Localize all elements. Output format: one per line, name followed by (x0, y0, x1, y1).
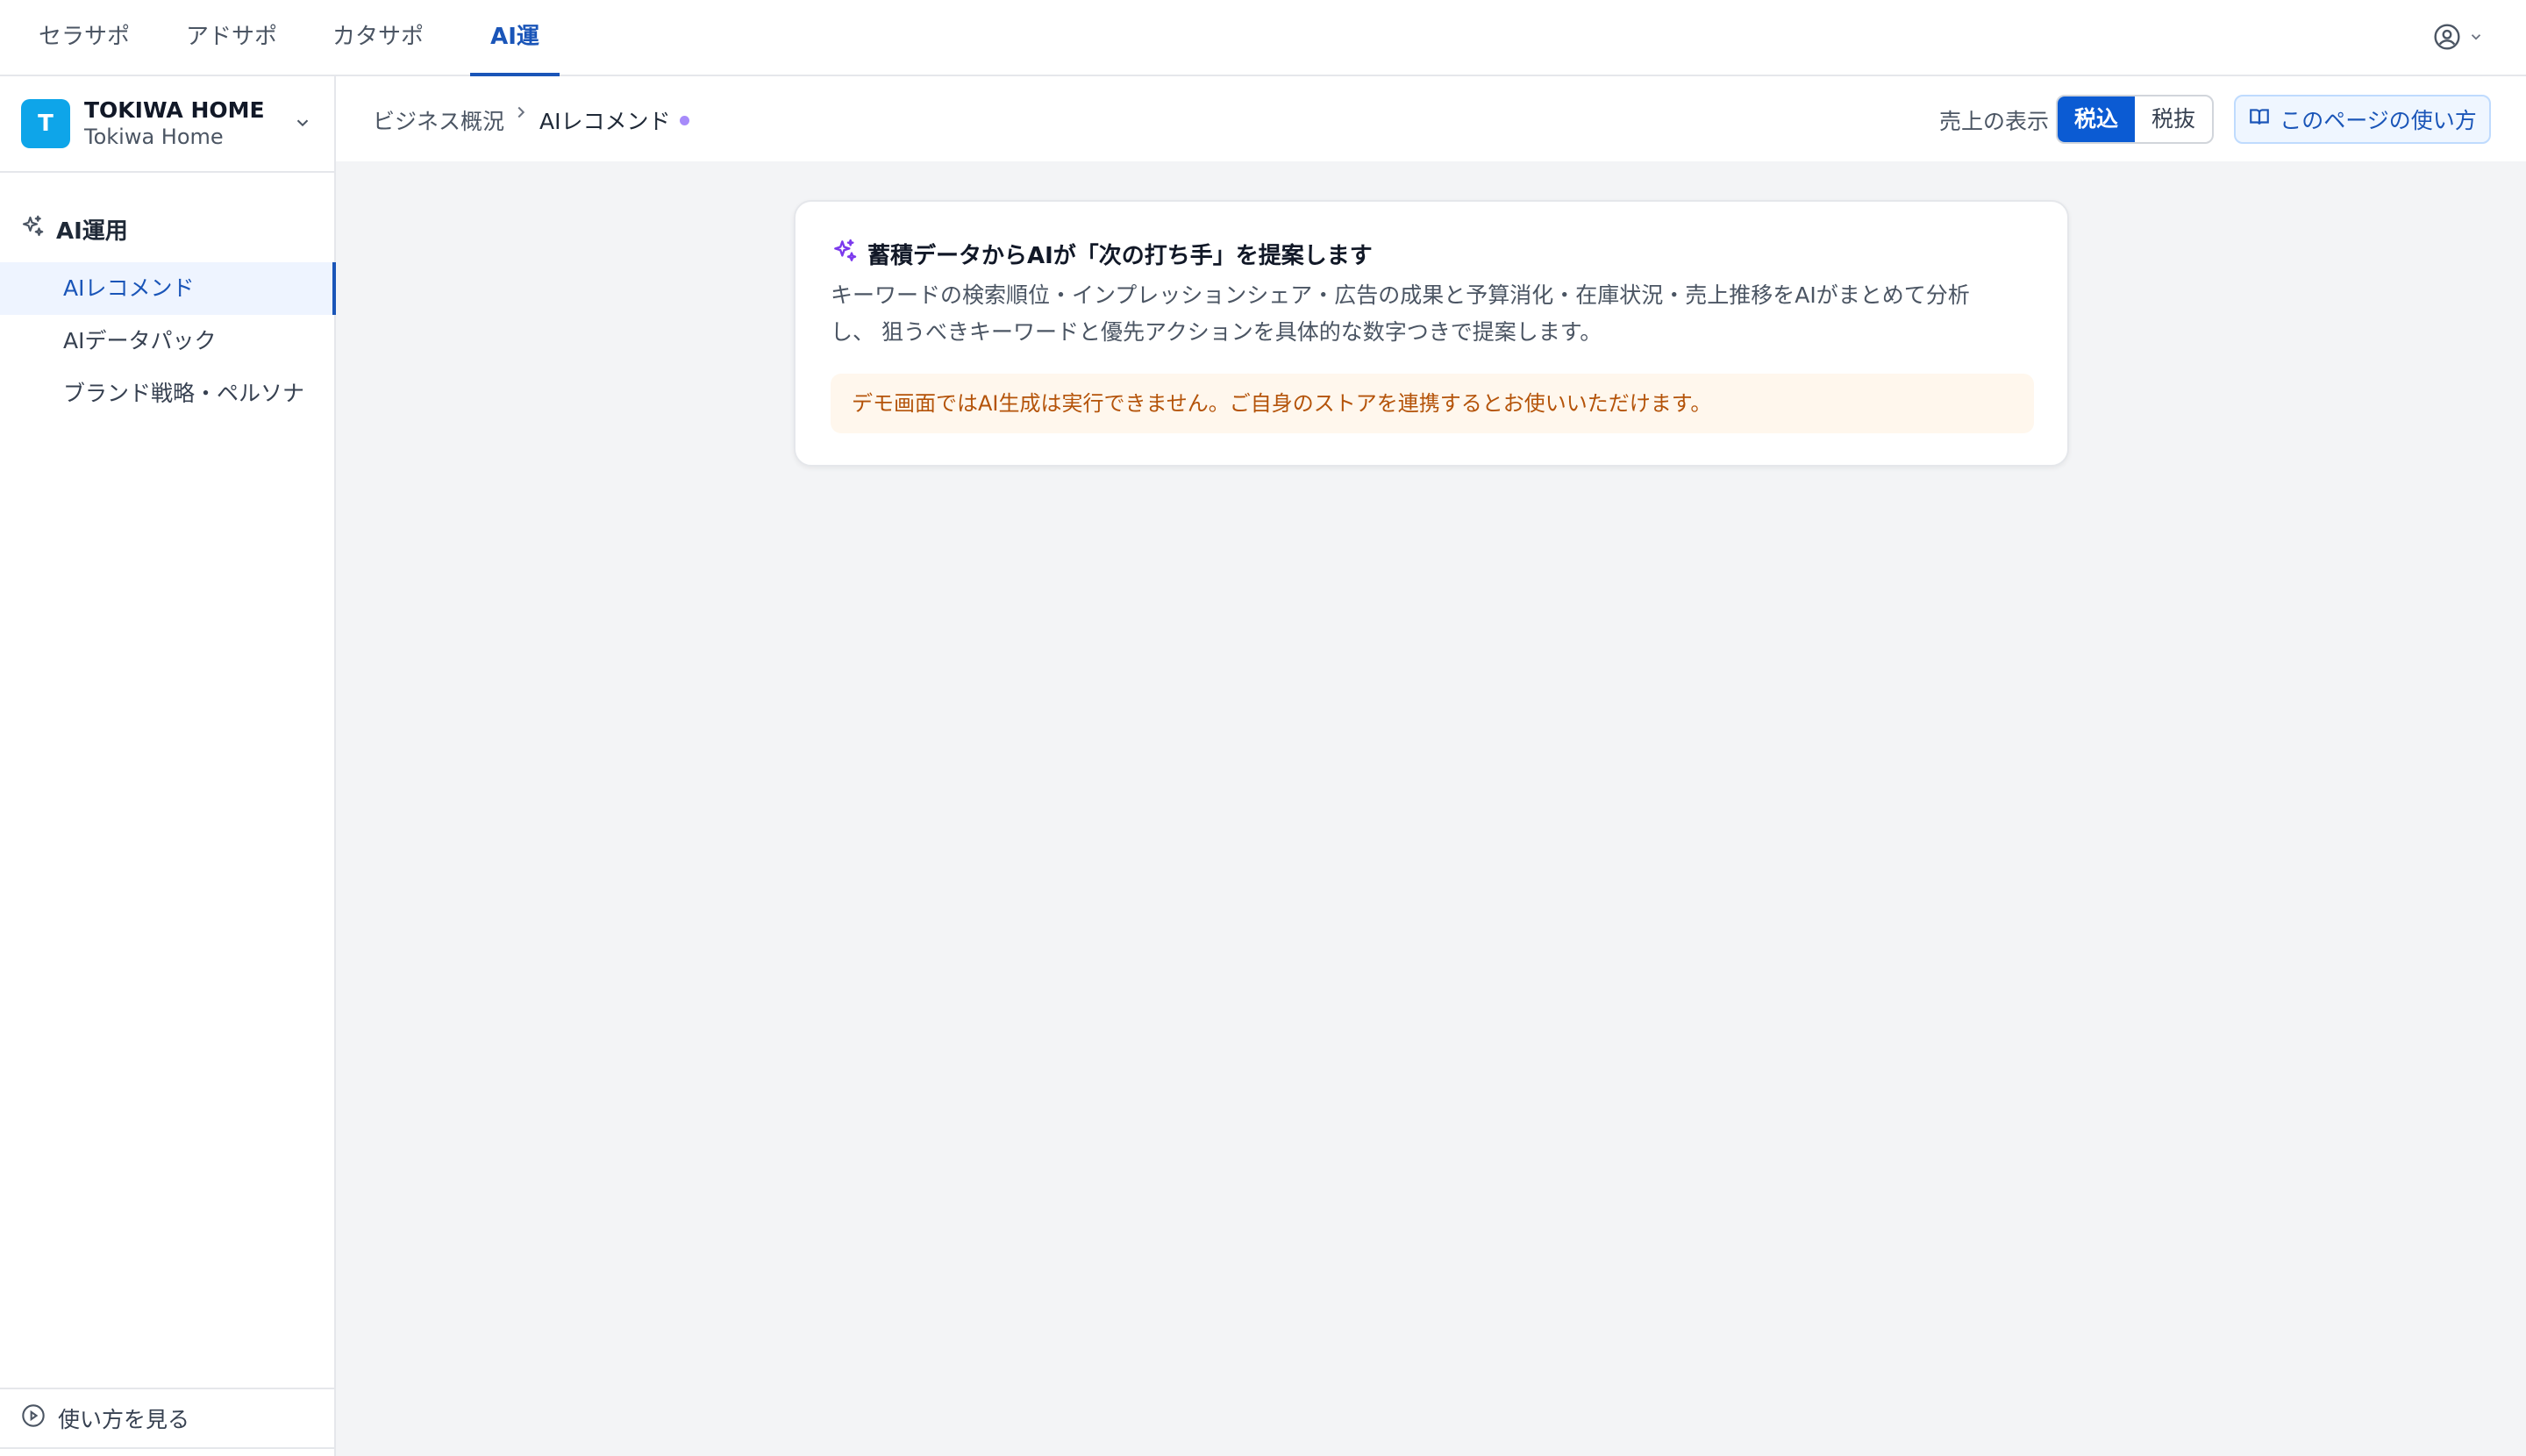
sidebar-item-brand-strategy[interactable]: ブランド戦略・ペルソナ (0, 368, 334, 420)
chevron-down-icon (293, 113, 312, 136)
card-title: 蓄積データからAIが「次の打ち手」を提案します (831, 237, 1373, 271)
card-description-line-1: キーワードの検索順位・インプレッションシェア・広告の成果と予算消化・在庫状況・売… (831, 282, 1970, 308)
chevron-right-icon (511, 103, 531, 125)
ai-recommend-card: 蓄積データからAIが「次の打ち手」を提案します キーワードの検索順位・インプレッ… (794, 200, 2069, 467)
user-circle-icon (2433, 23, 2461, 54)
tab-serasapo[interactable]: セラサポ (39, 0, 130, 75)
tab-katasapo[interactable]: カタサポ (332, 0, 424, 75)
demo-notice: デモ画面ではAI生成は実行できません。ご自身のストアを連携するとお使いいただけま… (831, 374, 2034, 433)
breadcrumb-business-overview[interactable]: ビジネス概況 (373, 104, 504, 136)
breadcrumb-current: AIレコメンド (539, 109, 671, 134)
chevron-down-icon (2468, 29, 2484, 48)
tab-adsapo[interactable]: アドサポ (186, 0, 277, 75)
page-header: ビジネス概況 AIレコメンド 売上の表示 税込 税抜 このページの使い方 (336, 76, 2526, 161)
tax-excluded-button[interactable]: 税抜 (2135, 96, 2212, 142)
user-menu-button[interactable] (2433, 23, 2496, 54)
sidebar-item-ai-datapack[interactable]: AIデータパック (0, 315, 334, 368)
org-name: TOKIWA HOME (84, 97, 265, 123)
top-nav: セラサポ アドサポ カタサポ AI運用 (0, 0, 2526, 124)
org-switcher[interactable]: T TOKIWA HOME Tokiwa Home (0, 76, 334, 173)
sidebar: T TOKIWA HOME Tokiwa Home AI運用 AIレコメンド A… (0, 76, 336, 1456)
org-avatar: T (21, 99, 70, 148)
sidebar-section-label: AI運用 (56, 218, 128, 245)
card-title-text: 蓄積データからAIが「次の打ち手」を提案します (867, 243, 1373, 269)
page-guide-label: このページの使い方 (2280, 108, 2477, 133)
page-guide-button[interactable]: このページの使い方 (2234, 95, 2491, 144)
main-content: 蓄積データからAIが「次の打ち手」を提案します キーワードの検索順位・インプレッ… (336, 161, 2526, 1456)
play-circle-icon (21, 1403, 46, 1433)
sidebar-section-title: AI運用 (19, 213, 128, 246)
sparkles-icon (19, 213, 46, 246)
sparkles-icon (831, 237, 859, 271)
sidebar-item-ai-recommend[interactable]: AIレコメンド (0, 262, 336, 315)
tax-display-label: 売上の表示 (1939, 109, 2050, 134)
org-subtitle: Tokiwa Home (84, 125, 224, 149)
how-to-use-link[interactable]: 使い方を見る (0, 1388, 334, 1449)
card-description-line-2: し、 狙うべきキーワードと優先アクションを具体的な数字つきで提案します。 (831, 319, 1602, 345)
tax-toggle: 税込 税抜 (2056, 95, 2214, 144)
tax-included-button[interactable]: 税込 (2058, 96, 2135, 142)
how-to-use-label: 使い方を見る (58, 1407, 190, 1432)
card-description: キーワードの検索順位・インプレッションシェア・広告の成果と予算消化・在庫状況・売… (831, 277, 2041, 351)
tab-ai-operations[interactable]: AI運用 (470, 0, 560, 124)
book-icon (2248, 105, 2271, 133)
status-dot (680, 116, 689, 125)
